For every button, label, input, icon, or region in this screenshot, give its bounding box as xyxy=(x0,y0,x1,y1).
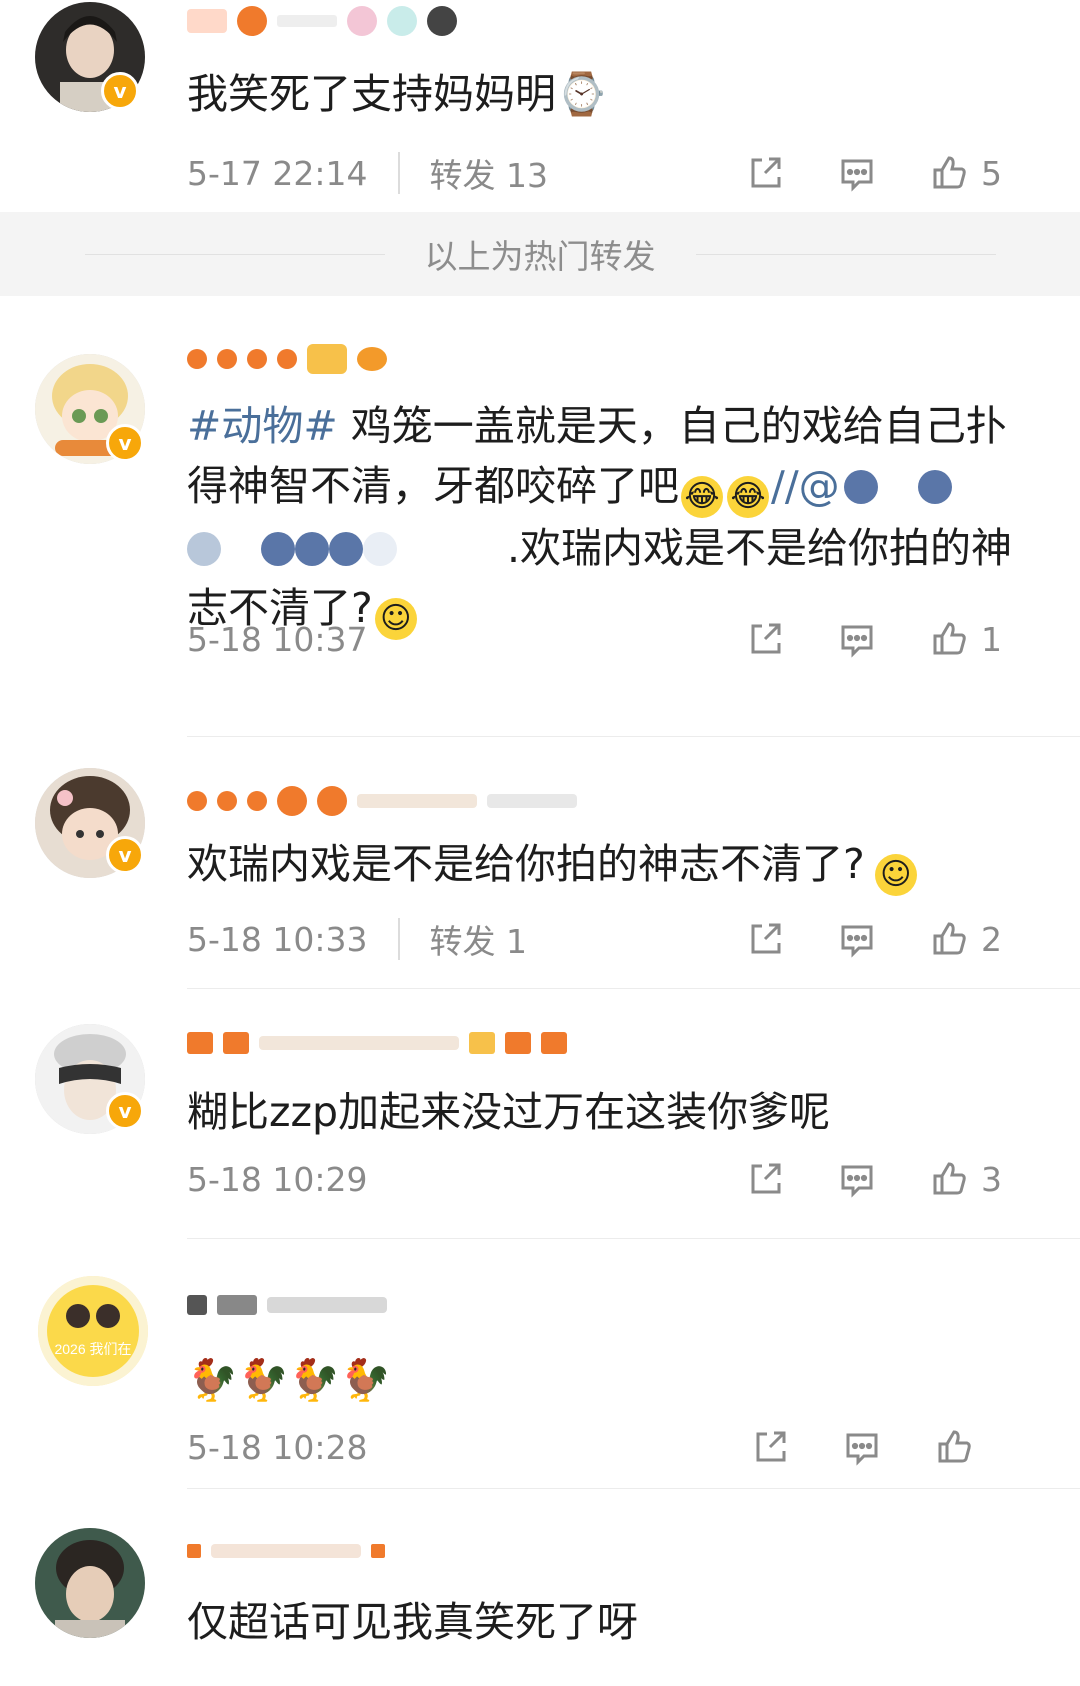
hot-reposts-divider: 以上为热门转发 xyxy=(0,212,1080,296)
username-redacted xyxy=(187,1288,387,1322)
comment-meta: 5-18 10:29 3 xyxy=(187,1154,1040,1204)
share-button[interactable] xyxy=(745,1159,785,1199)
redacted-mention xyxy=(187,532,221,566)
share-icon xyxy=(751,157,781,188)
redacted-mention xyxy=(329,532,363,566)
comment-meta: 5-18 10:28 xyxy=(187,1422,1040,1472)
avatar[interactable]: 2026 我们在 xyxy=(38,1276,148,1386)
comment-icon xyxy=(841,1165,873,1198)
redacted-mention xyxy=(843,470,878,504)
comment-button[interactable] xyxy=(837,153,877,193)
action-bar: 3 xyxy=(693,1159,1002,1199)
comment-icon xyxy=(846,1433,878,1466)
like-count: 5 xyxy=(981,153,1002,193)
username-redacted xyxy=(187,4,457,38)
smile-emoji-icon: ☺ xyxy=(874,854,917,896)
comment-3: v 欢瑞内戏是不是给你拍的神志不清了? ☺ 5-18 10:33 转发 1 2 xyxy=(0,736,1080,989)
verified-badge-icon: v xyxy=(106,836,144,874)
like-button[interactable] xyxy=(934,1427,1000,1467)
share-icon xyxy=(751,623,781,654)
comment-text: 🐓🐓🐓🐓 xyxy=(187,1350,1020,1410)
share-button[interactable] xyxy=(745,919,785,959)
thumbs-up-icon xyxy=(933,622,966,655)
redacted-mention xyxy=(261,532,295,566)
comment-icon xyxy=(841,159,873,192)
comment-button[interactable] xyxy=(837,919,877,959)
separator xyxy=(397,918,400,960)
comment-body: 我笑死了支持妈妈明⌚ xyxy=(187,70,608,118)
like-button[interactable]: 5 xyxy=(929,153,1002,193)
thumbs-up-icon xyxy=(933,922,966,955)
like-count: 1 xyxy=(981,619,1002,659)
comment-button[interactable] xyxy=(837,619,877,659)
share-icon xyxy=(756,1431,786,1462)
timestamp: 5-18 10:33 xyxy=(187,919,368,959)
action-bar xyxy=(698,1427,1000,1467)
like-button[interactable]: 3 xyxy=(929,1159,1002,1199)
comment-text: 仅超话可见我真笑死了呀 xyxy=(187,1592,1020,1652)
redacted-mention xyxy=(295,532,329,566)
like-count: 3 xyxy=(981,1159,1002,1199)
repost-chain-prefix: //@ xyxy=(771,462,840,510)
repost-count[interactable]: 转发 1 xyxy=(430,915,528,963)
comment-text: 糊比zzp加起来没过万在这装你爹呢 xyxy=(187,1082,1020,1142)
timestamp: 5-18 10:28 xyxy=(187,1427,368,1467)
comment-text: #动物# 鸡笼一盖就是天，自己的戏给自己扑得神智不清，牙都咬碎了吧 😂 😂//@ .… xyxy=(187,396,1020,640)
comment-1: v 我笑死了支持妈妈明⌚ 5-17 22:14 转发 13 5 xyxy=(0,0,1080,212)
thumbs-up-icon xyxy=(933,156,966,189)
divider-line xyxy=(84,253,385,255)
comment-6: 仅超话可见我真笑死了呀 xyxy=(0,1488,1080,1686)
comment-body: 欢瑞内戏是不是给你拍的神志不清了? xyxy=(187,840,865,888)
comment-meta: 5-18 10:33 转发 1 2 xyxy=(187,914,1040,964)
username-redacted xyxy=(187,1026,567,1060)
comment-button[interactable] xyxy=(842,1427,882,1467)
thumbs-up-icon xyxy=(933,1162,966,1195)
comment-meta: 5-17 22:14 转发 13 5 xyxy=(187,148,1040,198)
username-redacted xyxy=(187,342,387,376)
like-count: 2 xyxy=(981,919,1002,959)
comment-button[interactable] xyxy=(837,1159,877,1199)
action-bar: 5 xyxy=(693,153,1002,193)
comment-body: 🐓🐓🐓🐓 xyxy=(187,1356,392,1404)
avatar[interactable] xyxy=(35,1528,145,1638)
comment-body: 糊比zzp加起来没过万在这装你爹呢 xyxy=(187,1088,831,1136)
comment-text: 我笑死了支持妈妈明⌚ xyxy=(187,64,1020,124)
share-button[interactable] xyxy=(745,153,785,193)
comment-text: 欢瑞内戏是不是给你拍的神志不清了? ☺ xyxy=(187,834,1020,896)
share-icon xyxy=(751,923,781,954)
username-redacted xyxy=(187,784,577,818)
share-icon xyxy=(751,1163,781,1194)
share-button[interactable] xyxy=(750,1427,790,1467)
action-bar: 2 xyxy=(693,919,1002,959)
redacted-mention xyxy=(363,532,397,566)
comment-icon xyxy=(841,625,873,658)
comment-2: v #动物# 鸡笼一盖就是天，自己的戏给自己扑得神智不清，牙都咬碎了吧 😂 😂//@… xyxy=(0,296,1080,737)
thumbs-up-icon xyxy=(938,1430,971,1463)
action-bar: 1 xyxy=(693,619,1002,659)
verified-badge-icon: v xyxy=(106,424,144,462)
hashtag-link[interactable]: #动物# xyxy=(187,402,338,450)
comment-body: 仅超话可见我真笑死了呀 xyxy=(187,1598,638,1646)
share-button[interactable] xyxy=(745,619,785,659)
verified-badge-icon: v xyxy=(101,72,139,110)
comment-4: v 糊比zzp加起来没过万在这装你爹呢 5-18 10:29 3 xyxy=(0,988,1080,1239)
avatar-caption: 2026 我们在 xyxy=(54,1341,131,1357)
hot-reposts-label: 以上为热门转发 xyxy=(424,237,656,276)
timestamp: 5-18 10:37 xyxy=(187,619,368,659)
username-redacted xyxy=(187,1534,385,1568)
timestamp: 5-17 22:14 xyxy=(187,153,368,193)
divider-line xyxy=(695,253,996,255)
like-button[interactable]: 2 xyxy=(929,919,1002,959)
like-button[interactable]: 1 xyxy=(929,619,1002,659)
comment-icon xyxy=(841,925,873,958)
repost-count[interactable]: 转发 13 xyxy=(430,149,548,197)
laughing-tears-emoji-icon: 😂 xyxy=(681,476,723,518)
comment-meta: 5-18 10:37 1 xyxy=(187,614,1040,664)
comment-5: 2026 我们在 🐓🐓🐓🐓 5-18 10:28 xyxy=(0,1238,1080,1489)
laughing-tears-emoji-icon: 😂 xyxy=(727,476,769,518)
separator xyxy=(397,152,400,194)
redacted-mention xyxy=(917,470,952,504)
timestamp: 5-18 10:29 xyxy=(187,1159,368,1199)
verified-badge-icon: v xyxy=(106,1092,144,1130)
